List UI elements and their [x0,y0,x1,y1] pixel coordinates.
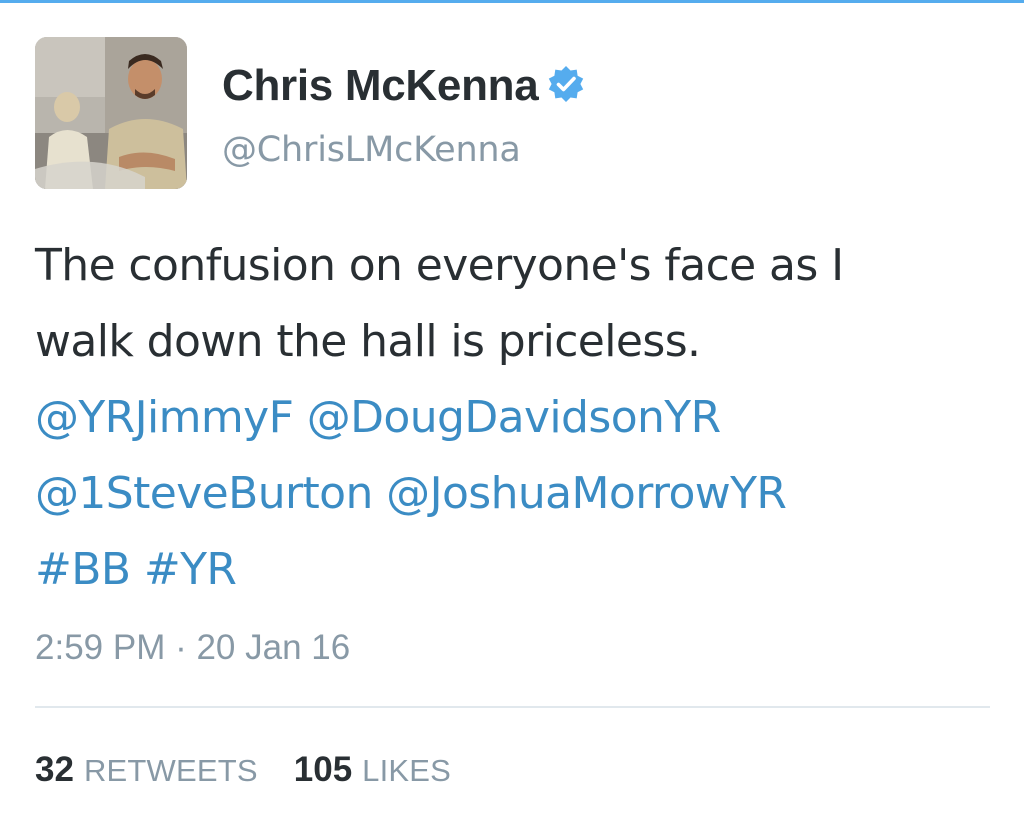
tweet-stats: 32 RETWEETS 105 LIKES [35,750,487,798]
verified-badge-icon [546,64,586,104]
likes-stat[interactable]: 105 LIKES [294,750,451,790]
mentions-line: @YRJimmyF @DougDavidsonYR [35,380,1005,456]
user-handle[interactable]: @ChrisLMcKenna [222,126,521,174]
hashtag-link[interactable]: #BB [35,544,131,595]
retweets-count: 32 [35,750,74,789]
mention-link[interactable]: @YRJimmyF [35,392,294,443]
profile-photo-icon [35,37,187,189]
mentions-line: @1SteveBurton @JoshuaMorrowYR [35,456,1005,532]
user-name-row[interactable]: Chris McKenna [222,58,586,114]
mention-link[interactable]: @DougDavidsonYR [307,392,721,443]
retweets-label: RETWEETS [83,753,258,788]
tweet-timestamp: 2:59 PM · 20 Jan 16 [35,628,351,667]
tweet-text: The confusion on everyone's face as I wa… [35,228,1005,608]
avatar[interactable] [35,37,187,189]
likes-count: 105 [293,750,353,789]
display-name[interactable]: Chris McKenna [222,58,539,114]
tweet-text-line: walk down the hall is priceless. [35,316,701,367]
hashtags-line: #BB #YR [35,532,1005,608]
divider [35,706,990,708]
likes-label: LIKES [362,753,452,788]
tweet-text-line: The confusion on everyone's face as I [35,240,844,291]
hashtag-link[interactable]: #YR [144,544,237,595]
mention-link[interactable]: @1SteveBurton [35,468,373,519]
top-accent-line [0,0,1024,3]
mention-link[interactable]: @JoshuaMorrowYR [386,468,787,519]
retweets-stat[interactable]: 32 RETWEETS [35,750,258,790]
